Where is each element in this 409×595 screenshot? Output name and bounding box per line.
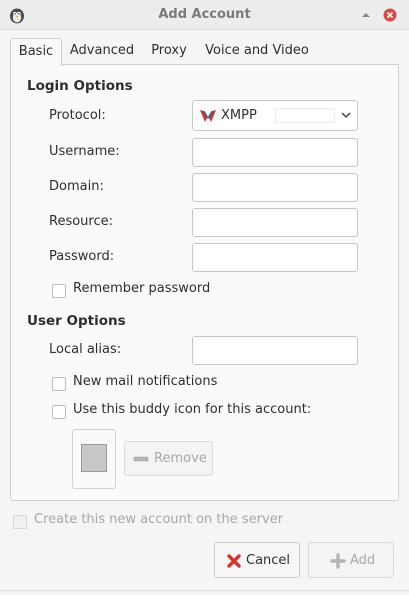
resource-label: Resource:	[49, 214, 113, 229]
tab-proxy[interactable]: Proxy	[146, 38, 192, 65]
password-label: Password:	[49, 249, 115, 264]
protocol-select[interactable]: XMPP	[192, 100, 358, 131]
create-on-server-checkbox[interactable]	[13, 515, 27, 529]
window-title: Add Account	[158, 7, 251, 22]
title-bar[interactable]: Add Account	[0, 0, 409, 30]
close-icon[interactable]	[382, 7, 398, 23]
remove-button-label: Remove	[154, 451, 207, 466]
user-options-heading: User Options	[27, 313, 126, 329]
cancel-button[interactable]: Cancel	[214, 542, 300, 578]
xmpp-icon	[200, 110, 216, 122]
buddy-icon-placeholder	[81, 444, 107, 472]
cancel-button-label: Cancel	[246, 553, 291, 568]
window-bottom-border	[0, 590, 409, 591]
remember-password-label[interactable]: Remember password	[73, 281, 210, 296]
add-button-label: Add	[350, 553, 376, 568]
remember-password-checkbox[interactable]	[52, 284, 66, 298]
tab-voice-and-video[interactable]: Voice and Video	[202, 38, 312, 65]
resource-field[interactable]	[192, 208, 358, 237]
minimize-icon[interactable]	[358, 7, 374, 23]
add-button[interactable]: Add	[308, 542, 394, 578]
domain-field[interactable]	[192, 173, 358, 202]
chevron-down-icon	[341, 112, 351, 119]
buddy-icon-button[interactable]	[72, 429, 116, 489]
new-mail-checkbox[interactable]	[52, 377, 66, 391]
create-on-server-label: Create this new account on the server	[34, 512, 284, 527]
protocol-label: Protocol:	[49, 108, 106, 123]
tab-advanced[interactable]: Advanced	[68, 38, 136, 65]
remove-button[interactable]: Remove	[124, 441, 213, 476]
cancel-icon	[227, 554, 241, 568]
password-field[interactable]	[192, 243, 358, 272]
new-mail-label[interactable]: New mail notifications	[73, 374, 217, 389]
domain-label: Domain:	[49, 179, 104, 194]
tab-basic[interactable]: Basic	[10, 38, 62, 66]
username-field[interactable]	[192, 138, 358, 167]
add-icon	[330, 553, 346, 569]
username-label: Username:	[49, 144, 120, 159]
login-options-heading: Login Options	[27, 78, 133, 94]
local-alias-label: Local alias:	[49, 342, 122, 357]
remove-icon	[133, 456, 149, 462]
buddy-icon-label[interactable]: Use this buddy icon for this account:	[73, 402, 311, 417]
local-alias-field[interactable]	[192, 336, 358, 365]
protocol-value: XMPP	[221, 108, 257, 123]
protocol-field-outline	[275, 108, 335, 123]
buddy-icon-checkbox[interactable]	[52, 405, 66, 419]
